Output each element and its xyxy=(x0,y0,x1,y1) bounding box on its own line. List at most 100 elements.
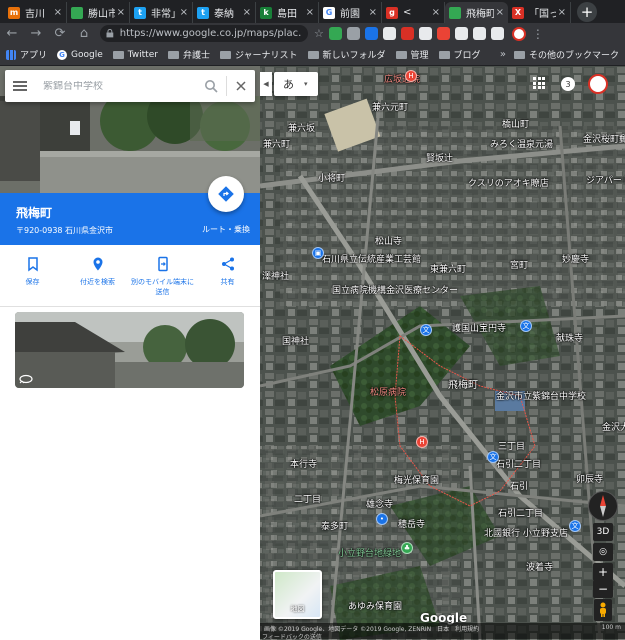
other-bookmarks[interactable]: その他のブックマーク xyxy=(513,48,619,61)
extension-icon[interactable] xyxy=(472,27,486,40)
extension-icon[interactable] xyxy=(346,27,360,40)
map-place-label[interactable]: 雄念寺 xyxy=(366,497,393,510)
extension-icon[interactable] xyxy=(454,27,468,40)
place-hero-photo[interactable] xyxy=(0,66,260,193)
map-place-label[interactable]: 石引二丁目 xyxy=(498,506,543,519)
save-button[interactable]: 保存 xyxy=(0,246,65,304)
menu-icon[interactable]: ⋮ xyxy=(532,27,544,41)
map-place-label[interactable]: 賢坂辻 xyxy=(426,151,453,164)
map-place-label[interactable]: クスリのアオキ瞭店 xyxy=(468,176,549,189)
search-icon[interactable] xyxy=(204,79,218,93)
browser-tab[interactable]: 飛梅町 × xyxy=(445,2,508,23)
ime-indicator[interactable]: あ ▾ xyxy=(274,72,318,96)
map-place-label[interactable]: 護国山宝円寺 xyxy=(452,321,506,334)
map-place-label[interactable]: 梅光保育園 xyxy=(394,473,439,486)
directions-label[interactable]: ルート・乗換 xyxy=(202,224,250,235)
map-place-label[interactable]: 金沢大 xyxy=(602,420,625,433)
home-icon[interactable]: ⌂ xyxy=(76,26,92,42)
place-pin-icon[interactable]: • xyxy=(376,513,388,525)
forward-icon[interactable]: → xyxy=(28,26,44,42)
extension-icon[interactable] xyxy=(364,27,378,40)
profile-avatar[interactable] xyxy=(511,26,526,41)
collapse-panel-button[interactable]: ◀ xyxy=(260,72,272,96)
map-place-label[interactable]: 兼六坂 xyxy=(288,121,315,134)
map-place-label[interactable]: 松原病院 xyxy=(370,385,406,398)
notifications-badge[interactable]: 3 xyxy=(561,77,575,91)
google-apps-icon[interactable] xyxy=(533,77,545,89)
bookmark-star-icon[interactable]: ☆ xyxy=(314,27,324,40)
tab-close-icon[interactable]: × xyxy=(558,7,566,18)
bookmark-new-folder[interactable]: 新しいフォルダ xyxy=(307,48,386,61)
directions-button[interactable] xyxy=(208,176,244,212)
close-icon[interactable] xyxy=(235,80,247,92)
map-place-label[interactable]: 小将町 xyxy=(318,171,345,184)
tab-close-icon[interactable]: × xyxy=(243,7,251,18)
extension-icon[interactable] xyxy=(328,27,342,40)
tab-close-icon[interactable]: × xyxy=(369,7,377,18)
bookmark-journalist[interactable]: ジャーナリスト xyxy=(219,48,298,61)
map-place-label[interactable]: 三丁目 xyxy=(498,439,525,452)
reload-icon[interactable]: ⟳ xyxy=(52,26,68,42)
tab-close-icon[interactable]: × xyxy=(306,7,314,18)
3d-toggle-button[interactable]: 3D xyxy=(593,523,613,541)
browser-tab[interactable]: 勝山市× xyxy=(67,2,130,23)
map-type-thumbnail[interactable]: 地図 xyxy=(273,570,322,619)
park-pin-icon[interactable]: ♣ xyxy=(401,542,413,554)
map-place-label[interactable]: 兼六町 xyxy=(263,137,290,150)
street-view-photo[interactable] xyxy=(15,312,244,388)
map-place-label[interactable]: 泰多町 xyxy=(321,519,348,532)
send-to-device-button[interactable]: 別のモバイル端末に送信 xyxy=(130,246,195,304)
hospital-pin-icon[interactable]: H xyxy=(416,436,428,448)
bookmark-google[interactable]: G Google xyxy=(57,49,103,60)
feedback-link[interactable]: フィードバックの送信 xyxy=(262,632,322,640)
tab-close-icon[interactable]: × xyxy=(496,7,504,18)
map-place-label[interactable]: 澤神社 xyxy=(262,269,289,282)
bookmark-lawyer[interactable]: 弁護士 xyxy=(167,48,210,61)
map-place-label[interactable]: あゆみ保育園 xyxy=(348,599,402,612)
search-nearby-button[interactable]: 付近を検索 xyxy=(65,246,130,304)
extension-icon[interactable] xyxy=(382,27,396,40)
tab-close-icon[interactable]: × xyxy=(54,7,62,18)
map-place-label[interactable]: ジアパート xyxy=(586,173,625,186)
hamburger-menu-icon[interactable] xyxy=(13,81,27,91)
bookmark-blog[interactable]: ブログ xyxy=(438,48,481,61)
share-button[interactable]: 共有 xyxy=(195,246,260,304)
museum-pin-icon[interactable]: ▣ xyxy=(312,247,324,259)
school-pin-icon[interactable]: 文 xyxy=(569,520,581,532)
map-place-label[interactable]: 二丁目 xyxy=(294,492,321,505)
map-place-label[interactable]: 石川県立伝統産業工芸館 xyxy=(322,252,421,265)
map-place-label[interactable]: 小立野台地緑地 xyxy=(338,546,401,559)
address-bar[interactable]: https://www.google.co.jp/maps/plac... xyxy=(100,25,308,42)
map-place-label[interactable]: 橋山町 xyxy=(502,117,529,130)
map-place-label[interactable]: 波着寺 xyxy=(526,560,553,573)
search-input[interactable] xyxy=(43,80,204,92)
zoom-in-button[interactable]: + xyxy=(593,563,613,581)
map-place-label[interactable]: 東兼六町 xyxy=(430,262,466,275)
back-icon[interactable]: ← xyxy=(4,26,20,42)
map-place-label[interactable]: 飛梅町 xyxy=(448,376,478,391)
hospital-pin-icon[interactable]: H xyxy=(405,70,417,82)
tab-close-icon[interactable]: × xyxy=(432,7,440,18)
school-pin-icon[interactable]: 文 xyxy=(487,451,499,463)
extension-icon[interactable] xyxy=(436,27,450,40)
bookmark-twitter[interactable]: Twitter xyxy=(112,50,158,60)
map-place-label[interactable]: 金沢市立紫錦台中学校 xyxy=(496,389,586,402)
map-place-label[interactable]: 本行寺 xyxy=(290,457,317,470)
bookmark-admin[interactable]: 管理 xyxy=(395,48,429,61)
account-avatar[interactable] xyxy=(588,74,608,94)
browser-tab[interactable]: t 非常」× xyxy=(130,2,193,23)
map-place-label[interactable]: 国神社 xyxy=(282,334,309,347)
map-place-label[interactable]: 卯辰寺 xyxy=(576,472,603,485)
map-place-label[interactable]: 国立病院機構金沢医療センター xyxy=(332,283,458,296)
browser-tab[interactable]: k 島田 × xyxy=(256,2,319,23)
search-box[interactable] xyxy=(5,70,255,102)
map-place-label[interactable]: 穂岳寺 xyxy=(398,517,425,530)
school-pin-icon[interactable]: 文 xyxy=(520,320,532,332)
map-place-label[interactable]: 兼六元町 xyxy=(372,100,408,113)
bookmark-apps[interactable]: アプリ xyxy=(6,48,47,61)
map-place-label[interactable]: 石引 xyxy=(510,479,528,492)
pegman-icon[interactable] xyxy=(594,599,612,621)
extension-icon[interactable] xyxy=(490,27,504,40)
tab-close-icon[interactable]: × xyxy=(180,7,188,18)
browser-tab[interactable]: m 吉川 × xyxy=(4,2,67,23)
